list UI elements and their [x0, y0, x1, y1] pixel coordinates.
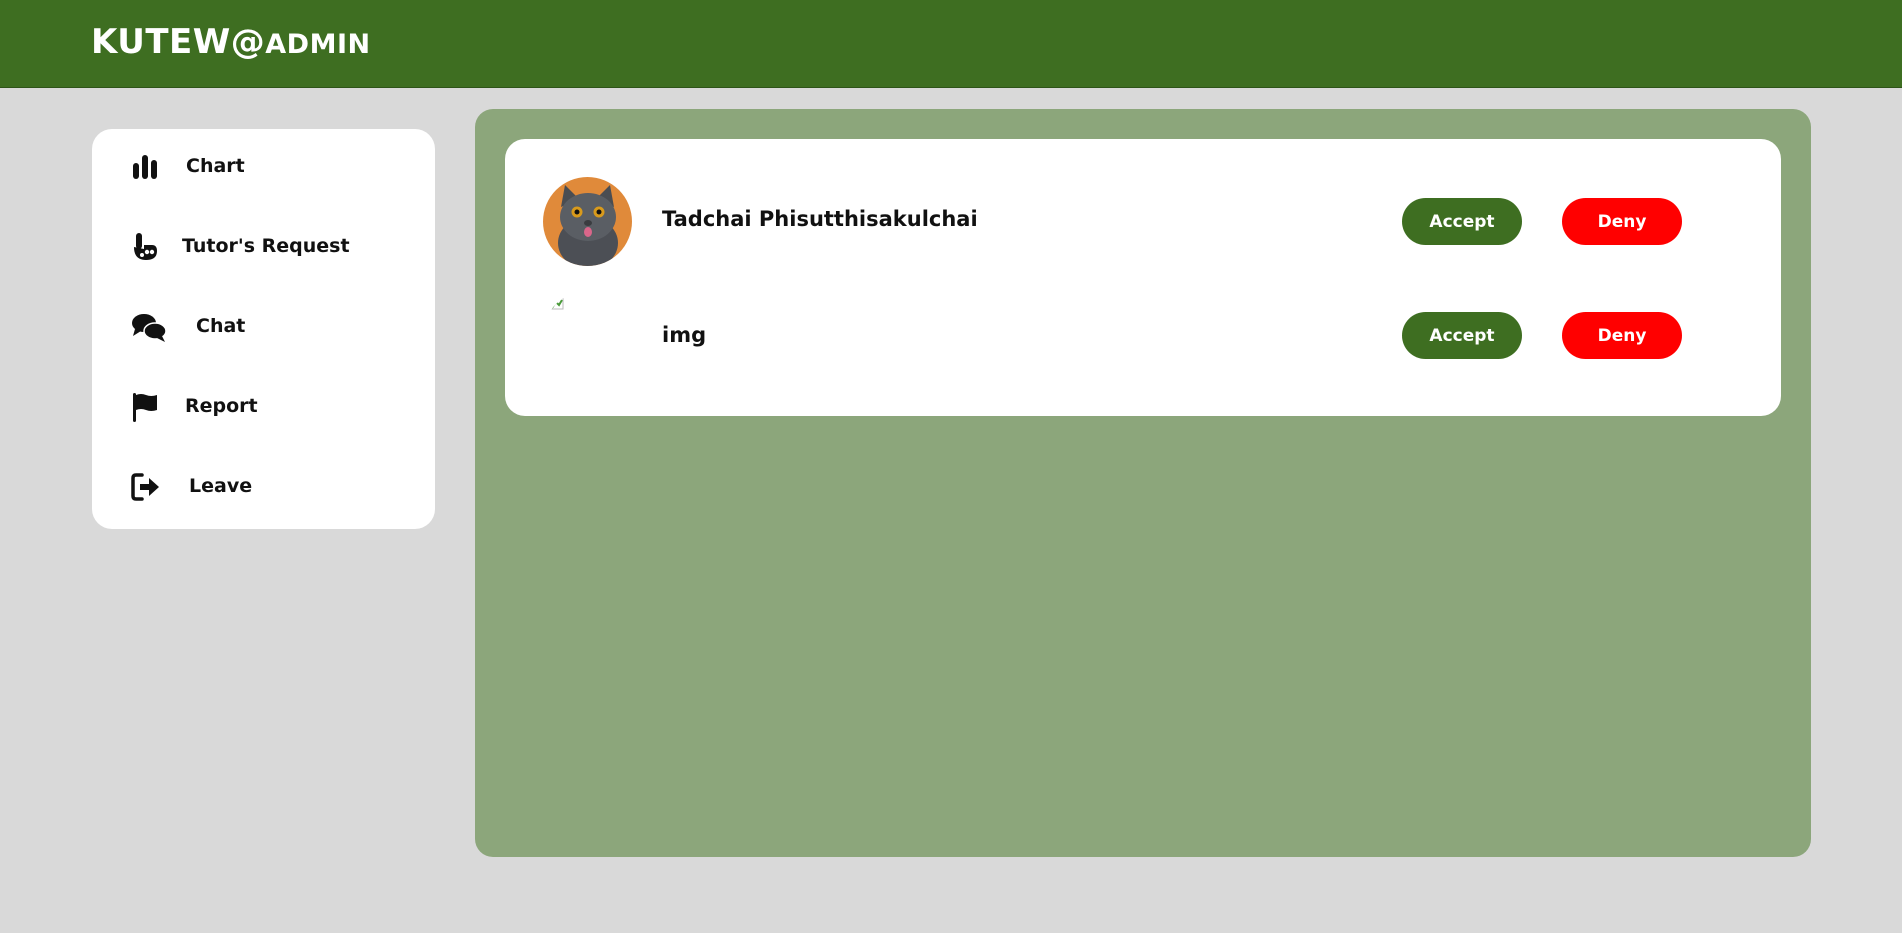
- brand-logo: KUTEW@ADMIN: [91, 22, 371, 62]
- sidebar-item-label: Report: [185, 395, 258, 417]
- list-item: Tadchai Phisutthisakulchai Accept Deny: [505, 177, 1781, 267]
- brand-sub: ADMIN: [265, 29, 371, 60]
- accept-button[interactable]: Accept: [1402, 198, 1522, 245]
- bar-chart-icon: [133, 155, 157, 179]
- flag-icon: [133, 393, 157, 422]
- sidebar-item-leave[interactable]: Leave: [92, 457, 435, 517]
- sidebar-item-label: Tutor's Request: [182, 235, 350, 257]
- sidebar-item-tutors-request[interactable]: Tutor's Request: [92, 217, 435, 277]
- avatar: [543, 291, 632, 380]
- chat-bubbles-icon: [132, 314, 167, 342]
- tutor-request-list: Tadchai Phisutthisakulchai Accept Deny i…: [505, 139, 1781, 416]
- top-header: KUTEW@ADMIN: [0, 0, 1902, 88]
- sidebar: Chart Tutor's Request Chat Report Leave: [92, 129, 435, 529]
- sidebar-item-chart[interactable]: Chart: [92, 137, 435, 197]
- cat-avatar: [543, 177, 632, 266]
- hand-pointer-icon: [134, 233, 157, 260]
- accept-button[interactable]: Accept: [1402, 312, 1522, 359]
- sidebar-item-label: Leave: [189, 475, 253, 497]
- broken-image-icon: [550, 296, 564, 310]
- brand-main: KUTEW@: [91, 22, 266, 62]
- deny-button[interactable]: Deny: [1562, 198, 1682, 245]
- main-panel: Tadchai Phisutthisakulchai Accept Deny i…: [475, 109, 1811, 857]
- requester-name: Tadchai Phisutthisakulchai: [662, 207, 978, 231]
- logout-icon: [131, 473, 159, 501]
- list-item: img Accept Deny: [505, 291, 1781, 381]
- sidebar-item-chat[interactable]: Chat: [92, 297, 435, 357]
- sidebar-item-label: Chart: [186, 155, 245, 177]
- requester-name: img: [662, 323, 707, 347]
- sidebar-item-report[interactable]: Report: [92, 377, 435, 437]
- sidebar-item-label: Chat: [196, 315, 246, 337]
- deny-button[interactable]: Deny: [1562, 312, 1682, 359]
- avatar: [543, 177, 632, 266]
